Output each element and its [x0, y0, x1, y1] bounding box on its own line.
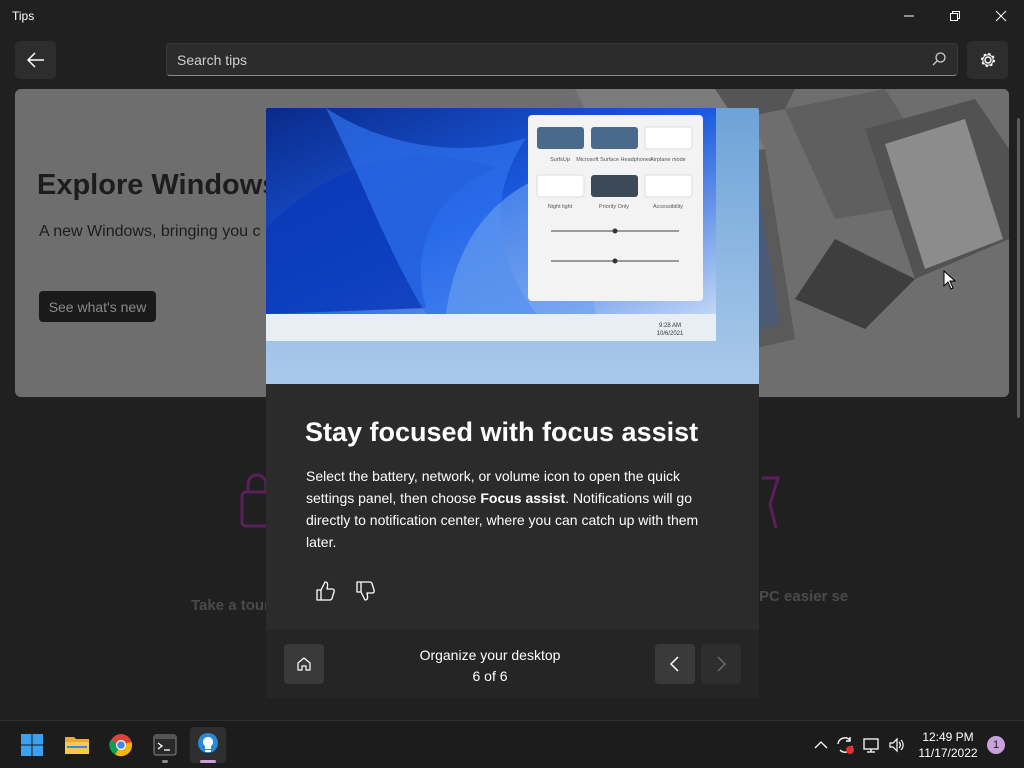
restore-button[interactable]: [932, 0, 978, 32]
card-title-left[interactable]: Take a tour: [191, 597, 270, 614]
minimize-icon: [904, 15, 914, 17]
scrollbar[interactable]: [1017, 118, 1020, 418]
gear-icon: [980, 52, 995, 68]
close-icon: [995, 10, 1007, 22]
tips-button[interactable]: [190, 727, 226, 763]
title-bar: Tips: [0, 0, 1024, 32]
qs-date: 10/6/2021: [657, 331, 684, 337]
next-button[interactable]: [701, 644, 741, 684]
chevron-up-icon: [814, 741, 828, 749]
home-icon: [297, 657, 311, 671]
thumbs-up-icon[interactable]: [314, 580, 336, 602]
previous-button[interactable]: [655, 644, 695, 684]
taskbar: 12:49 PM 11/17/2022 1: [0, 720, 1024, 768]
qs-tile-label: SurfsUp: [550, 157, 570, 163]
search-input[interactable]: Search tips: [177, 52, 247, 68]
app-title: Tips: [12, 9, 35, 23]
tip-body-bold: Focus assist: [480, 490, 566, 506]
speaker-icon: [889, 737, 904, 753]
qs-tile-label: Priority Only: [599, 204, 629, 210]
notification-badge[interactable]: 1: [987, 736, 1005, 754]
position-indicator: 6 of 6: [472, 668, 508, 684]
chevron-right-icon: [717, 656, 727, 672]
file-explorer-button[interactable]: [59, 727, 95, 763]
qs-tile-label: Night light: [548, 204, 573, 210]
clock-date[interactable]: 11/17/2022: [912, 746, 984, 760]
volume-button[interactable]: [887, 735, 907, 755]
card-title-right[interactable]: PC easier se: [759, 587, 849, 607]
tips-lightbulb-icon: [198, 733, 218, 753]
sync-status-button[interactable]: [835, 735, 855, 755]
arrow-left-icon: [26, 52, 44, 68]
terminal-icon: [153, 734, 177, 756]
qs-time: 9:28 AM: [659, 323, 681, 329]
thumbs-down-icon[interactable]: [354, 580, 376, 602]
tip-body: Select the battery, network, or volume i…: [306, 465, 726, 553]
terminal-button[interactable]: [147, 727, 183, 763]
chrome-button[interactable]: [103, 727, 139, 763]
active-indicator: [200, 760, 216, 763]
collection-title: Organize your desktop: [419, 647, 561, 663]
windows-start-icon: [21, 734, 43, 756]
dialog-footer: Organize your desktop 6 of 6: [266, 630, 759, 698]
running-indicator: [162, 760, 168, 763]
restore-icon: [950, 11, 960, 21]
chevron-left-icon: [669, 656, 679, 672]
hero-title: Explore Windows: [37, 169, 279, 201]
focus-assist-illustration: SurfsUp Microsoft Surface Headphones Air…: [266, 108, 759, 384]
folder-icon: [65, 737, 89, 754]
search-box[interactable]: Search tips: [166, 43, 958, 76]
minimize-button[interactable]: [886, 0, 932, 32]
qs-tile-label: Microsoft Surface Headphones: [576, 157, 652, 163]
search-icon[interactable]: [931, 51, 947, 67]
mouse-cursor-icon: [943, 270, 957, 290]
tip-dialog: SurfsUp Microsoft Surface Headphones Air…: [266, 108, 759, 698]
hero-description: A new Windows, bringing you c love.: [39, 223, 299, 240]
show-hidden-icons-button[interactable]: [811, 735, 831, 755]
see-whats-new-button[interactable]: See what's new: [39, 291, 156, 322]
qs-tile-label: Accessibility: [653, 204, 683, 210]
clock-time[interactable]: 12:49 PM: [912, 730, 984, 744]
start-button[interactable]: [14, 727, 50, 763]
network-icon: [863, 738, 879, 753]
settings-button[interactable]: [967, 41, 1008, 79]
qs-tile-label: Airplane mode: [650, 157, 685, 163]
close-button[interactable]: [978, 0, 1024, 32]
back-button[interactable]: [15, 41, 56, 79]
home-button[interactable]: [284, 644, 324, 684]
chrome-icon: [109, 734, 133, 757]
network-button[interactable]: [862, 735, 882, 755]
sync-error-icon: [837, 737, 854, 754]
tip-title: Stay focused with focus assist: [305, 417, 699, 447]
